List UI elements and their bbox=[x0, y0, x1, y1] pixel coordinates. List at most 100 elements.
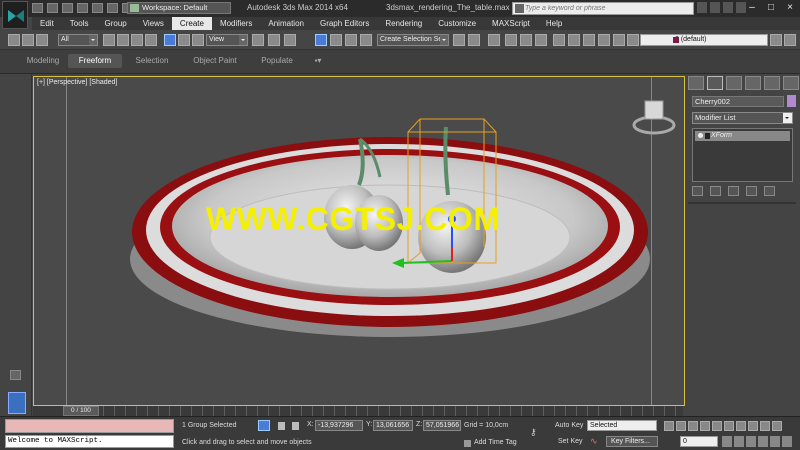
select-by-name-icon[interactable] bbox=[117, 34, 129, 46]
redo-icon[interactable] bbox=[92, 3, 103, 13]
walk-through-icon[interactable] bbox=[758, 436, 768, 447]
previous-frame-icon[interactable] bbox=[676, 421, 686, 431]
viewport-layout-icon[interactable] bbox=[8, 392, 26, 414]
show-end-result-icon[interactable] bbox=[710, 186, 721, 196]
mirror-icon[interactable] bbox=[453, 34, 465, 46]
menu-maxscript[interactable]: MAXScript bbox=[484, 17, 538, 30]
link-icon[interactable] bbox=[36, 34, 48, 46]
favorites-icon[interactable] bbox=[723, 2, 733, 13]
zoom-extents-all-icon[interactable] bbox=[760, 421, 770, 431]
render-production-icon[interactable] bbox=[613, 34, 625, 46]
communication-icon[interactable] bbox=[710, 2, 720, 13]
modifier-stack-item[interactable]: XForm bbox=[695, 131, 790, 141]
auto-key-button[interactable]: Auto Key bbox=[555, 422, 583, 429]
select-and-rotate-icon[interactable] bbox=[178, 34, 190, 46]
tab-selection[interactable]: Selection bbox=[128, 54, 176, 68]
zoom-extents-icon[interactable] bbox=[748, 421, 758, 431]
spinner-snap-icon[interactable] bbox=[360, 34, 372, 46]
object-name-field[interactable]: Cherry002 bbox=[692, 96, 784, 107]
z-coordinate-field[interactable]: 57,051966 bbox=[423, 420, 461, 431]
pan-icon[interactable] bbox=[746, 436, 756, 447]
menu-tools[interactable]: Tools bbox=[62, 17, 97, 30]
menu-customize[interactable]: Customize bbox=[430, 17, 484, 30]
key-mode-dropdown[interactable]: Selected bbox=[587, 420, 657, 431]
remove-modifier-icon[interactable] bbox=[746, 186, 757, 196]
maximize-icon[interactable]: □ bbox=[761, 1, 781, 15]
display-tab-icon[interactable] bbox=[764, 76, 780, 90]
menu-rendering[interactable]: Rendering bbox=[377, 17, 430, 30]
y-coordinate-field[interactable]: 13,061656 bbox=[373, 420, 413, 431]
key-filters-button[interactable]: Key Filters... bbox=[606, 436, 658, 447]
layer-dropdown[interactable]: 0 (default) bbox=[640, 34, 768, 46]
select-and-scale-icon[interactable] bbox=[192, 34, 204, 46]
search-input[interactable] bbox=[525, 3, 691, 14]
field-of-view-icon[interactable] bbox=[734, 436, 744, 447]
modifier-list-dropdown[interactable]: Modifier List bbox=[692, 112, 793, 124]
open-file-icon[interactable] bbox=[47, 3, 58, 13]
select-and-move-icon[interactable] bbox=[164, 34, 176, 46]
object-color-swatch[interactable] bbox=[787, 95, 796, 107]
rendered-frame-icon[interactable] bbox=[598, 34, 610, 46]
subscription-icon[interactable] bbox=[697, 2, 707, 13]
zoom-icon[interactable] bbox=[724, 421, 734, 431]
configure-sets-icon[interactable] bbox=[764, 186, 775, 196]
reference-coordinate-dropdown[interactable]: View bbox=[206, 34, 248, 46]
menu-views[interactable]: Views bbox=[135, 17, 172, 30]
named-selection-dropdown[interactable]: Create Selection Se bbox=[377, 34, 449, 46]
arc-rotate-icon[interactable] bbox=[770, 436, 780, 447]
perspective-viewport[interactable]: [+] [Perspective] [Shaded] WWW.CGTSJ.COM bbox=[33, 76, 685, 406]
workspace-dropdown[interactable]: Workspace: Default bbox=[127, 2, 231, 14]
close-icon[interactable]: × bbox=[780, 1, 800, 15]
graphite-toolbar-icon[interactable] bbox=[520, 34, 532, 46]
add-time-tag[interactable]: Add Time Tag bbox=[464, 439, 517, 447]
application-button[interactable] bbox=[2, 1, 28, 29]
maxscript-listener-input[interactable] bbox=[5, 419, 174, 433]
pin-stack-icon[interactable] bbox=[692, 186, 703, 196]
time-config-icon[interactable] bbox=[722, 436, 732, 447]
minimize-icon[interactable]: – bbox=[742, 1, 762, 15]
play-icon[interactable] bbox=[688, 421, 698, 431]
key-icon[interactable]: ⚷ bbox=[530, 427, 548, 437]
material-editor-icon[interactable] bbox=[568, 34, 580, 46]
x-coordinate-field[interactable]: -13,937296 bbox=[315, 420, 363, 431]
track-bar[interactable] bbox=[103, 406, 683, 416]
undo-icon[interactable] bbox=[77, 3, 88, 13]
pivot-center-icon[interactable] bbox=[252, 34, 264, 46]
percent-snap-icon[interactable] bbox=[345, 34, 357, 46]
set-key-curve-icon[interactable]: ∿ bbox=[590, 436, 604, 447]
lightbulb-icon[interactable] bbox=[698, 133, 703, 138]
utilities-tab-icon[interactable] bbox=[783, 76, 799, 90]
select-object-icon[interactable] bbox=[103, 34, 115, 46]
layer-manager-icon[interactable] bbox=[505, 34, 517, 46]
schematic-view-icon[interactable] bbox=[553, 34, 565, 46]
menu-group[interactable]: Group bbox=[96, 17, 134, 30]
select-manipulate-icon[interactable] bbox=[268, 34, 280, 46]
keyboard-shortcut-icon[interactable] bbox=[284, 34, 296, 46]
menu-animation[interactable]: Animation bbox=[260, 17, 312, 30]
menu-graph-editors[interactable]: Graph Editors bbox=[312, 17, 377, 30]
layer-toolbar-icon[interactable] bbox=[627, 34, 639, 46]
tab-object-paint[interactable]: Object Paint bbox=[186, 54, 244, 68]
curve-editor-icon[interactable] bbox=[535, 34, 547, 46]
menu-create[interactable]: Create bbox=[171, 17, 212, 30]
tab-populate[interactable]: Populate bbox=[254, 54, 300, 68]
viewport-label[interactable]: [+] [Perspective] [Shaded] bbox=[37, 79, 117, 86]
rectangle-selection-icon[interactable] bbox=[131, 34, 143, 46]
viewport-toggle-icon[interactable] bbox=[10, 370, 21, 380]
isolate-selection-icon[interactable] bbox=[258, 420, 270, 431]
go-to-start-icon[interactable] bbox=[664, 421, 674, 431]
maxscript-output[interactable]: Welcome to MAXScript. bbox=[5, 435, 174, 448]
tab-freeform[interactable]: Freeform bbox=[68, 54, 122, 68]
motion-tab-icon[interactable] bbox=[745, 76, 761, 90]
time-slider[interactable]: 0 / 100 bbox=[63, 406, 99, 416]
create-layer-icon[interactable] bbox=[770, 34, 782, 46]
tab-modeling[interactable]: Modeling bbox=[20, 54, 66, 68]
new-file-icon[interactable] bbox=[32, 3, 43, 13]
menu-edit[interactable]: Edit bbox=[32, 17, 62, 30]
menu-help[interactable]: Help bbox=[538, 17, 570, 30]
go-to-end-icon[interactable] bbox=[712, 421, 722, 431]
scene-explorer-icon[interactable] bbox=[488, 34, 500, 46]
selection-filter-dropdown[interactable]: All bbox=[58, 34, 98, 46]
project-folder-icon[interactable] bbox=[107, 3, 118, 13]
orbit-icon[interactable] bbox=[772, 421, 782, 431]
